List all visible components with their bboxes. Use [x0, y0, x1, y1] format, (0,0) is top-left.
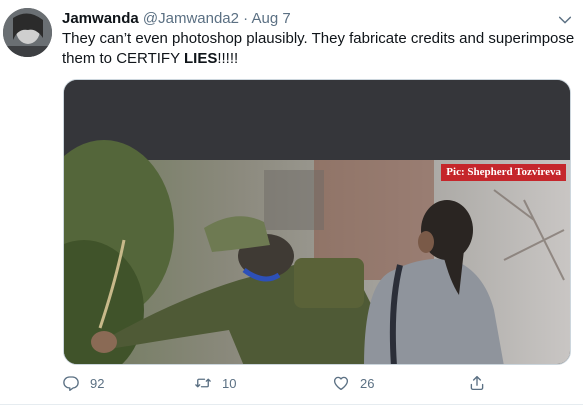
tweet[interactable]: Jamwanda @Jamwanda2 · Aug 7 They can’t e…	[0, 0, 583, 405]
tweet-text-end: !!!!!	[217, 50, 239, 67]
tweet-text-bold: LIES	[184, 50, 218, 67]
like-count: 26	[360, 375, 375, 391]
tweet-actions: 92 10 26	[62, 372, 502, 396]
reply-icon	[63, 376, 79, 391]
photo-credit-label: Pic: Shepherd Tozvireva	[441, 164, 566, 181]
tweet-photo[interactable]: Pic: Shepherd Tozvireva	[63, 79, 571, 365]
tweet-header: Jamwanda @Jamwanda2 · Aug 7	[62, 10, 291, 28]
photo-image	[64, 80, 570, 364]
tweet-text-main: They can’t even photoshop plausibly. The…	[62, 30, 575, 67]
author-name[interactable]: Jamwanda	[62, 10, 139, 27]
retweet-button[interactable]: 10	[194, 372, 236, 394]
like-button[interactable]: 26	[332, 372, 374, 394]
author-handle[interactable]: @Jamwanda2	[143, 10, 239, 27]
tweet-text: They can’t even photoshop plausibly. The…	[62, 29, 577, 69]
reply-count: 92	[90, 375, 105, 391]
heart-icon	[333, 376, 349, 391]
retweet-icon	[195, 378, 211, 388]
retweet-count: 10	[222, 375, 237, 391]
tweet-date[interactable]: Aug 7	[252, 10, 291, 27]
share-button[interactable]	[468, 372, 486, 394]
separator-dot: ·	[243, 10, 249, 27]
chevron-down-icon[interactable]	[557, 12, 573, 28]
share-icon	[470, 375, 484, 391]
reply-button[interactable]: 92	[62, 372, 104, 394]
avatar[interactable]	[3, 8, 52, 57]
